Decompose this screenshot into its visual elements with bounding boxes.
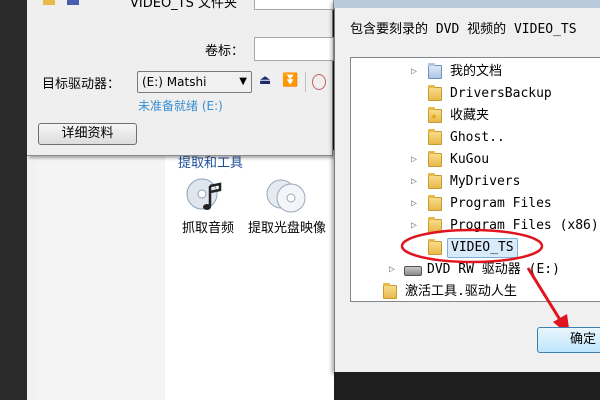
expand-arrow-icon[interactable]: ▷ bbox=[411, 61, 417, 83]
target-drive-value: (E:) Matshi bbox=[142, 75, 207, 89]
tree-item[interactable]: ▷ Program Files (x86) bbox=[351, 215, 600, 237]
tree-item-label: Ghost.. bbox=[450, 130, 505, 145]
folder-icon bbox=[428, 151, 442, 167]
tree-item[interactable]: DriversBackup bbox=[351, 83, 600, 105]
folder-icon bbox=[383, 283, 397, 299]
star-icon: ★ bbox=[431, 111, 438, 122]
volume-input[interactable] bbox=[254, 37, 334, 61]
background-strip bbox=[0, 0, 27, 400]
extract-disc-image-label: 提取光盘映像 bbox=[247, 221, 326, 236]
volume-label: 卷标： bbox=[205, 44, 245, 59]
dialog-titlebar bbox=[334, 0, 600, 8]
tree-item-label: KuGou bbox=[450, 152, 490, 167]
chevron-down-icon: ▼ bbox=[239, 76, 247, 87]
tree-item-label: DVD RW 驱动器 (E:) bbox=[427, 262, 560, 277]
folder-field[interactable] bbox=[254, 0, 334, 10]
tree-item-label: Program Files bbox=[450, 196, 552, 211]
tree-item[interactable]: ▷ MyDrivers bbox=[351, 171, 600, 193]
tree-item[interactable]: Ghost.. bbox=[351, 127, 600, 149]
folder-icon bbox=[428, 239, 442, 255]
main-left-pane bbox=[37, 150, 166, 400]
dvd-drive-icon bbox=[404, 266, 422, 276]
tree-item[interactable]: 激活工具.驱动人生 bbox=[351, 281, 600, 301]
dialog-description: 包含要刻录的 DVD 视频的 VIDEO_TS bbox=[350, 22, 577, 37]
tree-item-label: 收藏夹 bbox=[450, 108, 490, 123]
folder-icon bbox=[428, 129, 442, 145]
folder-icon bbox=[428, 195, 442, 211]
tree-item-label: Program Files (x86) bbox=[450, 218, 599, 233]
save-icon bbox=[67, 0, 79, 5]
target-drive-select[interactable]: (E:) Matshi ▼ bbox=[137, 71, 252, 93]
folder-label: VIDEO_TS 文件夹 bbox=[130, 0, 238, 11]
details-button[interactable]: 详细资料 bbox=[38, 123, 137, 145]
documents-folder-icon bbox=[428, 63, 442, 79]
expand-arrow-icon[interactable]: ▷ bbox=[411, 215, 417, 237]
close-tray-icon[interactable]: ⏬ bbox=[282, 73, 298, 88]
erase-icon[interactable] bbox=[312, 74, 326, 90]
tree-item[interactable]: ▷ 我的文档 bbox=[351, 61, 600, 83]
rip-audio-tool[interactable]: 抓取音频 bbox=[176, 176, 240, 246]
background-bottom bbox=[334, 372, 600, 400]
expand-arrow-icon[interactable]: ▷ bbox=[411, 149, 417, 171]
drive-status: 未准备就绪 (E:) bbox=[138, 99, 223, 113]
tree-item[interactable]: ▷ DVD RW 驱动器 (E:) bbox=[351, 259, 600, 281]
rip-audio-label: 抓取音频 bbox=[181, 221, 234, 236]
divider bbox=[305, 72, 306, 92]
tree-item[interactable]: ▷ KuGou bbox=[351, 149, 600, 171]
expand-arrow-icon[interactable]: ▷ bbox=[389, 259, 395, 281]
folder-icon bbox=[43, 0, 55, 5]
folder-icon bbox=[428, 217, 442, 233]
folder-icon bbox=[428, 173, 442, 189]
folder-tree[interactable]: ▷ 我的文档 DriversBackup ★ 收藏夹 Ghost.. ▷ KuG… bbox=[350, 57, 600, 302]
target-drive-label: 目标驱动器： bbox=[42, 77, 121, 92]
ok-button[interactable]: 确定 bbox=[537, 327, 600, 353]
tree-item-label: MyDrivers bbox=[450, 174, 521, 189]
tree-item-label: 我的文档 bbox=[450, 64, 503, 79]
tree-item-selected[interactable]: VIDEO_TS bbox=[351, 237, 600, 259]
eject-icon[interactable]: ⏏ bbox=[259, 73, 271, 88]
tree-item[interactable]: ★ 收藏夹 bbox=[351, 105, 600, 127]
tree-item-label: DriversBackup bbox=[450, 86, 552, 101]
tree-item-label: VIDEO_TS bbox=[447, 238, 518, 258]
music-disc-icon bbox=[186, 178, 222, 210]
extract-disc-image-tool[interactable]: 提取光盘映像 bbox=[247, 176, 327, 260]
expand-arrow-icon[interactable]: ▷ bbox=[411, 193, 417, 215]
disc-image-icon bbox=[266, 179, 306, 213]
tree-item-label: 激活工具.驱动人生 bbox=[405, 284, 517, 299]
folder-icon bbox=[428, 85, 442, 101]
tree-item[interactable]: ▷ Program Files bbox=[351, 193, 600, 215]
expand-arrow-icon[interactable]: ▷ bbox=[411, 171, 417, 193]
